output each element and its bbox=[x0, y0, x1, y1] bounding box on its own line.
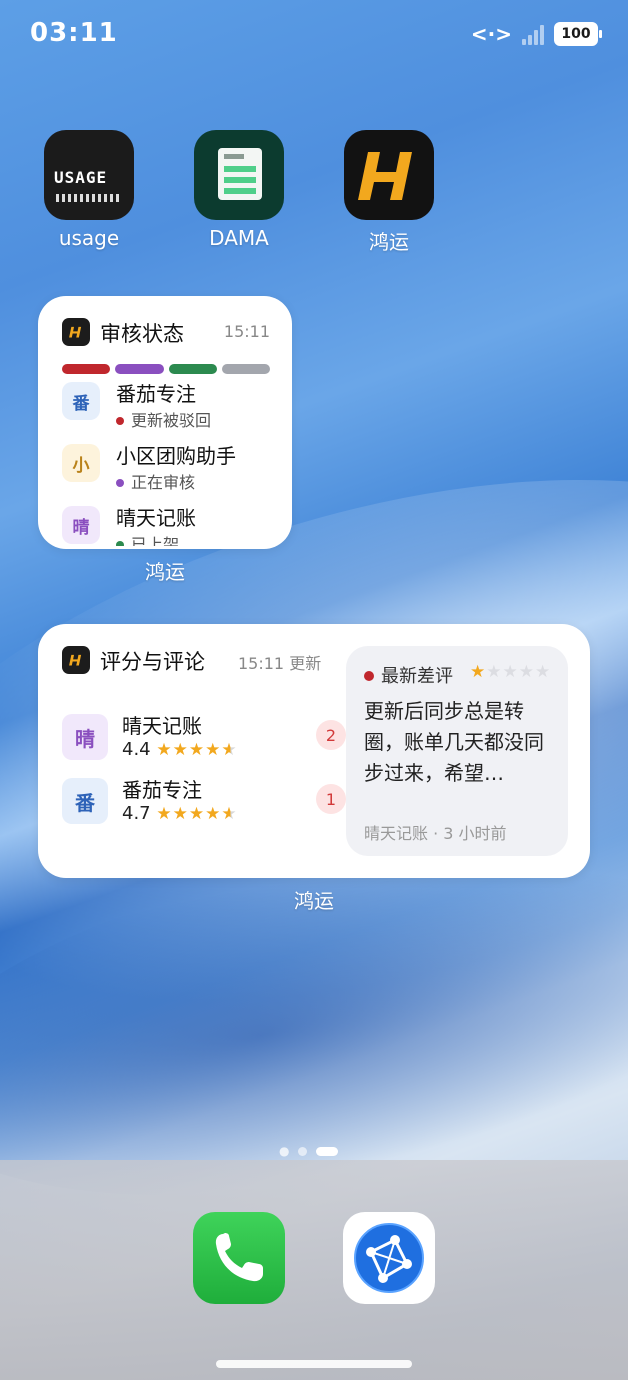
page-indicator[interactable]: ● bbox=[279, 1144, 339, 1158]
empty-star-icon: ★ bbox=[486, 662, 503, 682]
audit-item[interactable]: 晴 晴天记账 已上架 bbox=[62, 502, 292, 546]
app-name: 番茄专注 bbox=[122, 778, 202, 802]
status-dot bbox=[116, 540, 124, 546]
app-avatar: 番 bbox=[62, 382, 100, 420]
app-label: 鸿运 bbox=[369, 230, 409, 254]
app-dama[interactable]: DAMA bbox=[184, 130, 294, 250]
status-time: 03:11 bbox=[30, 18, 118, 48]
audit-item[interactable]: 小 小区团购助手 正在审核 bbox=[62, 440, 292, 494]
app-avatar: 小 bbox=[62, 444, 100, 482]
phone-icon bbox=[215, 1233, 263, 1282]
empty-star-icon: ★ bbox=[502, 662, 519, 682]
star-rating-icon: ★★★★★ bbox=[156, 804, 238, 824]
status-bar-segment bbox=[115, 364, 164, 374]
hongyun-logo-icon bbox=[62, 318, 90, 346]
review-count-badge: 2 bbox=[316, 720, 346, 750]
app-label: DAMA bbox=[209, 226, 269, 250]
app-rating: 4.7 ★★★★★ bbox=[122, 803, 238, 824]
dama-icon bbox=[194, 130, 284, 220]
status-color-bars bbox=[62, 364, 270, 374]
review-text: 更新后同步总是转圈，账单几天都没同步过来，希望… bbox=[364, 699, 544, 785]
status-bar: 03:11 <·> 100 bbox=[30, 18, 602, 54]
status-dot bbox=[364, 671, 374, 681]
rating-review-widget[interactable]: 评分与评论 15:11 更新 晴 晴天记账 4.4 ★★★★★ 2 番 番茄专注… bbox=[38, 624, 590, 878]
review-star-icon: ★★★★★ bbox=[470, 662, 551, 682]
review-count-badge: 1 bbox=[316, 784, 346, 814]
rating-item[interactable]: 晴 晴天记账 4.4 ★★★★★ 2 bbox=[62, 710, 346, 764]
app-name: 晴天记账 bbox=[116, 506, 196, 530]
status-bar-segment bbox=[62, 364, 111, 374]
status-dot bbox=[116, 478, 124, 487]
app-name: 小区团购助手 bbox=[116, 444, 236, 468]
widget-time: 15:11 更新 bbox=[238, 654, 322, 673]
empty-star-icon: ★ bbox=[518, 662, 535, 682]
app-rating: 4.4 ★★★★★ bbox=[122, 739, 238, 760]
audit-item[interactable]: 番 番茄专注 更新被驳回 bbox=[62, 378, 292, 432]
browser-icon bbox=[354, 1223, 424, 1293]
app-name: 番茄专注 bbox=[116, 382, 196, 406]
empty-star-icon: ★ bbox=[535, 662, 552, 682]
usage-icon: USAGE bbox=[44, 130, 134, 220]
app-avatar: 晴 bbox=[62, 506, 100, 544]
widget-time: 15:11 bbox=[223, 322, 270, 341]
page-dot-active bbox=[316, 1146, 339, 1156]
status-bar-segment bbox=[168, 364, 217, 374]
star-rating-icon: ★★★★★ bbox=[156, 740, 238, 760]
app-avatar: 番 bbox=[62, 778, 108, 824]
hongyun-icon bbox=[344, 130, 434, 220]
phone-app[interactable] bbox=[193, 1212, 285, 1304]
page-dot bbox=[298, 1146, 308, 1156]
status-dot bbox=[116, 416, 124, 425]
signal-icon bbox=[522, 23, 544, 45]
status-bar-segment bbox=[221, 364, 270, 374]
dock-background bbox=[0, 1160, 628, 1380]
app-name: 晴天记账 bbox=[122, 714, 202, 738]
audit-status: 正在审核 bbox=[116, 469, 195, 493]
widget-title: 审核状态 bbox=[100, 322, 184, 346]
review-heading: 最新差评 bbox=[364, 662, 453, 688]
widget-label: 鸿运 bbox=[145, 560, 185, 584]
widget-label: 鸿运 bbox=[294, 889, 334, 913]
app-hongyun[interactable]: 鸿运 bbox=[334, 130, 444, 255]
bulb-icon: ● bbox=[279, 1144, 290, 1158]
home-indicator[interactable] bbox=[216, 1360, 412, 1368]
hongyun-logo-icon bbox=[62, 646, 90, 674]
audit-status-widget[interactable]: 审核状态 15:11 番 番茄专注 更新被驳回 小 小区团购助手 正在审核 晴 … bbox=[38, 296, 292, 549]
widget-title: 评分与评论 bbox=[100, 650, 205, 674]
app-avatar: 晴 bbox=[62, 714, 108, 760]
app-usage[interactable]: USAGE usage bbox=[34, 130, 144, 250]
status-icons: <·> 100 bbox=[470, 22, 602, 46]
network-transfer-icon: <·> bbox=[470, 22, 512, 46]
filled-star-icon: ★ bbox=[470, 662, 487, 682]
latest-negative-review-card[interactable]: 最新差评 ★★★★★ 更新后同步总是转圈，账单几天都没同步过来，希望… 晴天记账… bbox=[346, 646, 568, 856]
rating-item[interactable]: 番 番茄专注 4.7 ★★★★★ 1 bbox=[62, 774, 346, 828]
review-footer: 晴天记账 · 3 小时前 bbox=[364, 824, 507, 843]
app-label: usage bbox=[58, 226, 120, 250]
audit-status: 已上架 bbox=[116, 531, 179, 546]
browser-app[interactable] bbox=[343, 1212, 435, 1304]
battery-icon: 100 bbox=[554, 22, 602, 46]
audit-status: 更新被驳回 bbox=[116, 407, 211, 431]
